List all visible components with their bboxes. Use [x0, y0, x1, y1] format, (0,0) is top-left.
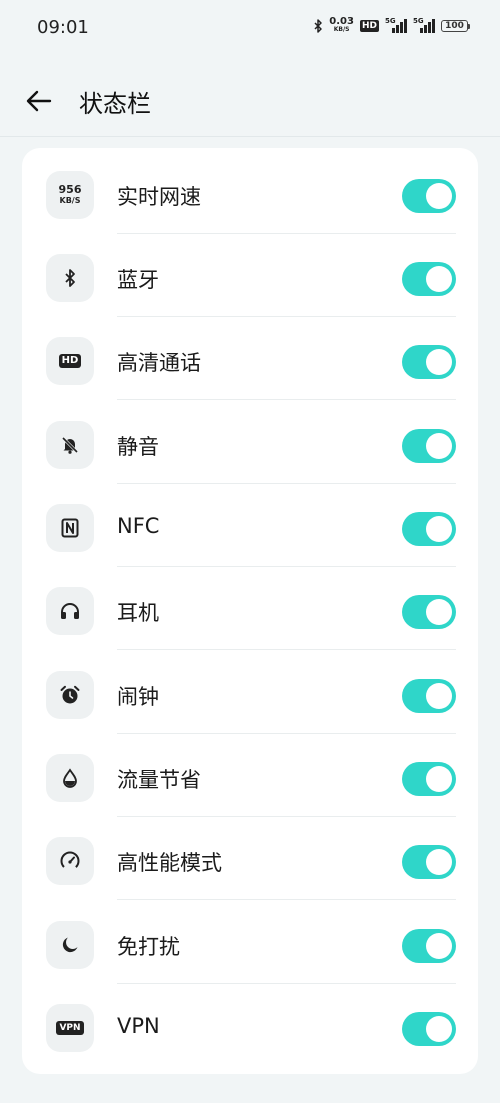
- mute-bell-icon: [46, 421, 94, 469]
- back-button[interactable]: [24, 86, 54, 116]
- setting-row-headphones[interactable]: 耳机: [22, 567, 478, 650]
- setting-label: 高清通话: [117, 351, 201, 375]
- setting-row-net-speed[interactable]: 956 KB/S 实时网速: [22, 151, 478, 234]
- battery-icon: 100: [441, 20, 470, 32]
- settings-card: 956 KB/S 实时网速 蓝牙 HD 高清通话 静音 NFC 耳机 闹钟 流量…: [22, 148, 478, 1074]
- headphones-icon: [46, 587, 94, 635]
- vpn-icon-text: VPN: [56, 1021, 84, 1035]
- setting-row-mute[interactable]: 静音: [22, 401, 478, 484]
- page-header: 状态栏: [0, 68, 500, 137]
- divider: [117, 899, 456, 900]
- setting-label: 静音: [117, 435, 159, 459]
- net-speed-icon: 956 KB/S: [46, 171, 94, 219]
- moon-icon: [46, 921, 94, 969]
- net-speed-indicator: 0.03 KB/S: [329, 16, 354, 34]
- toggle-switch[interactable]: [402, 179, 456, 213]
- setting-row-do-not-disturb[interactable]: 免打扰: [22, 901, 478, 984]
- toggle-switch[interactable]: [402, 929, 456, 963]
- toggle-switch[interactable]: [402, 762, 456, 796]
- setting-label: 蓝牙: [117, 268, 159, 292]
- bluetooth-status-icon: [313, 19, 323, 33]
- bluetooth-icon: [46, 254, 94, 302]
- divider: [117, 649, 456, 650]
- vpn-icon: VPN: [46, 1004, 94, 1052]
- net-speed-icon-unit: KB/S: [59, 196, 81, 205]
- setting-label: 实时网速: [117, 185, 201, 209]
- net-speed-icon-value: 956: [58, 183, 82, 196]
- setting-row-data-saver[interactable]: 流量节省: [22, 734, 478, 817]
- setting-label: VPN: [117, 1014, 160, 1038]
- setting-label: 流量节省: [117, 768, 201, 792]
- page-title: 状态栏: [79, 90, 151, 118]
- setting-row-high-performance[interactable]: 高性能模式: [22, 817, 478, 900]
- toggle-switch[interactable]: [402, 845, 456, 879]
- setting-label: NFC: [117, 514, 160, 538]
- setting-label: 闹钟: [117, 685, 159, 709]
- setting-row-bluetooth[interactable]: 蓝牙: [22, 234, 478, 317]
- back-arrow-icon: [26, 90, 52, 112]
- battery-level: 100: [441, 20, 468, 32]
- hd-icon-text: HD: [58, 354, 82, 368]
- signal-sim1-icon: 5G: [385, 17, 407, 33]
- setting-row-alarm[interactable]: 闹钟: [22, 651, 478, 734]
- hd-status-badge: HD: [359, 20, 379, 32]
- water-drop-icon: [46, 754, 94, 802]
- setting-row-vpn[interactable]: VPN VPN: [22, 984, 478, 1067]
- setting-row-nfc[interactable]: NFC: [22, 484, 478, 567]
- nfc-icon: [46, 504, 94, 552]
- setting-label: 免打扰: [117, 935, 180, 959]
- toggle-switch[interactable]: [402, 262, 456, 296]
- net-speed-unit: KB/S: [333, 26, 350, 33]
- status-icons: 0.03 KB/S HD 5G 5G 100: [313, 16, 470, 34]
- toggle-switch[interactable]: [402, 512, 456, 546]
- status-time: 09:01: [37, 17, 89, 38]
- toggle-switch[interactable]: [402, 345, 456, 379]
- speedometer-icon: [46, 837, 94, 885]
- hd-call-icon: HD: [46, 337, 94, 385]
- toggle-switch[interactable]: [402, 595, 456, 629]
- signal-sim2-icon: 5G: [413, 17, 435, 33]
- setting-label: 耳机: [117, 601, 159, 625]
- divider: [117, 399, 456, 400]
- status-bar: 09:01 0.03 KB/S HD 5G 5G 100: [0, 0, 500, 58]
- net-speed-value: 0.03: [329, 16, 354, 27]
- setting-row-hd-call[interactable]: HD 高清通话: [22, 317, 478, 400]
- toggle-switch[interactable]: [402, 1012, 456, 1046]
- toggle-switch[interactable]: [402, 679, 456, 713]
- alarm-clock-icon: [46, 671, 94, 719]
- toggle-switch[interactable]: [402, 429, 456, 463]
- setting-label: 高性能模式: [117, 851, 222, 875]
